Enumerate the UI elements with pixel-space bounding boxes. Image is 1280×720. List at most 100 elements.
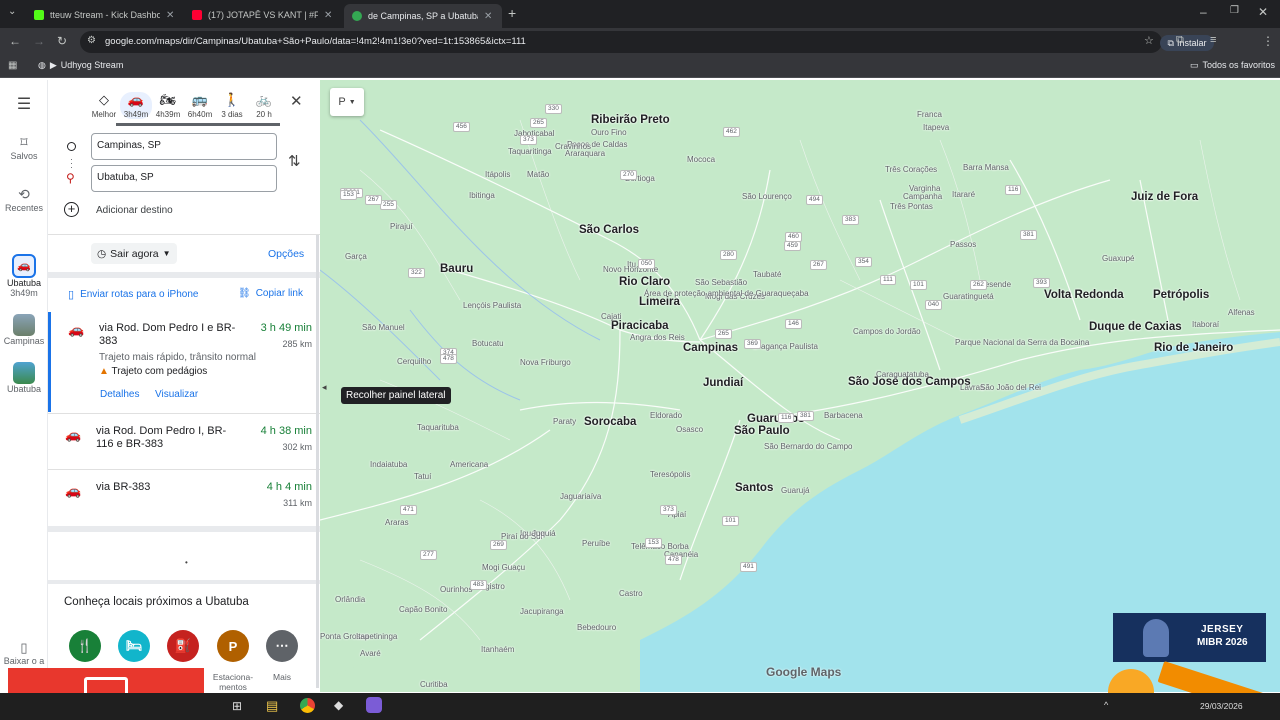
town-label[interactable]: São Sebastião bbox=[695, 278, 747, 287]
rail-saved[interactable]: ⌑ Salvos bbox=[0, 134, 48, 161]
city-label[interactable]: Rio Claro bbox=[619, 276, 670, 288]
city-label[interactable]: Piracicaba bbox=[611, 320, 669, 332]
town-label[interactable]: Eldorado bbox=[650, 411, 682, 420]
back-icon[interactable]: ← bbox=[9, 34, 21, 48]
town-label[interactable]: Botucatu bbox=[472, 339, 504, 348]
rail-ubatuba[interactable]: Ubatuba bbox=[0, 362, 48, 394]
town-label[interactable]: Garça bbox=[345, 252, 367, 261]
maximize-icon[interactable]: ❐ bbox=[1230, 5, 1239, 16]
apps-grid-icon[interactable]: ▦ bbox=[8, 60, 17, 71]
town-label[interactable]: Araras bbox=[385, 518, 409, 527]
town-label[interactable]: Guaratinguetá bbox=[943, 292, 994, 301]
city-label[interactable]: São Paulo bbox=[734, 425, 790, 437]
town-label[interactable]: Franca bbox=[917, 110, 942, 119]
town-label[interactable]: Castro bbox=[619, 589, 643, 598]
swap-icon[interactable]: ⇅ bbox=[288, 152, 301, 170]
town-label[interactable]: Campanha bbox=[903, 192, 942, 201]
forward-icon[interactable]: → bbox=[33, 34, 45, 48]
travel-mode-car[interactable]: 🚗 3h49m bbox=[120, 92, 152, 119]
nearby-category-button[interactable]: ⛽ bbox=[167, 630, 199, 662]
add-destination-icon[interactable]: + bbox=[64, 202, 79, 217]
travel-mode-transit[interactable]: 🚌 6h40m bbox=[184, 92, 216, 119]
town-label[interactable]: Bebedouro bbox=[577, 623, 616, 632]
town-label[interactable]: Ibitinga bbox=[469, 191, 495, 200]
city-label[interactable]: Juiz de Fora bbox=[1131, 191, 1198, 203]
town-label[interactable]: São João del Rei bbox=[980, 383, 1041, 392]
town-label[interactable]: Nova Friburgo bbox=[520, 358, 571, 367]
bookmark-star-icon[interactable]: ☆ bbox=[1144, 34, 1154, 47]
town-label[interactable]: Lençóis Paulista bbox=[463, 301, 521, 310]
rail-download-app[interactable]: ▯ Baixar o a bbox=[0, 640, 48, 666]
town-label[interactable]: Americana bbox=[450, 460, 488, 469]
town-label[interactable]: Itapetininga bbox=[356, 632, 397, 641]
town-label[interactable]: Cravinhos bbox=[555, 142, 591, 151]
city-label[interactable]: Duque de Caxias bbox=[1089, 321, 1182, 333]
travel-mode-walk[interactable]: 🚶 3 dias bbox=[216, 92, 248, 119]
town-label[interactable]: Itanhaém bbox=[481, 645, 514, 654]
obsidian-icon[interactable]: ◆ bbox=[334, 698, 343, 712]
town-label[interactable]: São Bernardo do Campo bbox=[764, 442, 853, 451]
city-label[interactable]: Sorocaba bbox=[584, 416, 636, 428]
site-info-icon[interactable]: ⚙ bbox=[87, 35, 96, 46]
minimize-icon[interactable]: – bbox=[1200, 5, 1207, 19]
destination-input[interactable]: Ubatuba, SP bbox=[91, 165, 277, 192]
menu-hamburger-icon[interactable]: ☰ bbox=[0, 94, 48, 114]
town-label[interactable]: Itaboraí bbox=[1192, 320, 1219, 329]
travel-mode-best-route[interactable]: ◇ Melhor bbox=[88, 92, 120, 119]
town-label[interactable]: Curitiba bbox=[420, 680, 448, 689]
town-label[interactable]: São Lourenço bbox=[742, 192, 792, 201]
town-label[interactable]: Guaxupé bbox=[1102, 254, 1134, 263]
city-label[interactable]: Ribeirão Preto bbox=[591, 114, 670, 126]
town-label[interactable]: Área de proteção ambiental de Guaraqueça… bbox=[644, 289, 809, 298]
town-label[interactable]: Jaguariaíva bbox=[560, 492, 601, 501]
route-option-2[interactable]: 🚗 via Rod. Dom Pedro I, BR-116 e BR-383 … bbox=[48, 420, 320, 470]
town-label[interactable]: Taubaté bbox=[753, 270, 781, 279]
town-label[interactable]: Bragança Paulista bbox=[753, 342, 818, 351]
nearby-category-button[interactable]: P bbox=[217, 630, 249, 662]
tab-close-icon[interactable]: ✕ bbox=[484, 11, 492, 22]
route-option-3[interactable]: 🚗 via BR-383 4 h 4 min 311 km bbox=[48, 476, 320, 520]
town-label[interactable]: Capão Bonito bbox=[399, 605, 447, 614]
town-label[interactable]: Barra Mansa bbox=[963, 163, 1009, 172]
copy-link-button[interactable]: ⛓ Copiar link bbox=[238, 288, 303, 299]
details-link[interactable]: Detalhes bbox=[100, 389, 139, 400]
town-label[interactable]: Parque Nacional da Serra da Bocaina bbox=[955, 338, 1089, 347]
town-label[interactable]: Cajati bbox=[601, 312, 621, 321]
town-label[interactable]: Mococa bbox=[687, 155, 715, 164]
town-label[interactable]: Avaré bbox=[360, 649, 381, 658]
town-label[interactable]: Taquarituba bbox=[417, 423, 459, 432]
add-destination-label[interactable]: Adicionar destino bbox=[96, 205, 173, 216]
town-label[interactable]: Três Corações bbox=[885, 165, 937, 174]
town-label[interactable]: Angra dos Reis bbox=[630, 333, 685, 342]
town-label[interactable]: São Manuel bbox=[362, 323, 405, 332]
town-label[interactable]: Matão bbox=[527, 170, 549, 179]
rail-campinas[interactable]: Campinas bbox=[0, 314, 48, 346]
reload-icon[interactable]: ↻ bbox=[57, 34, 67, 48]
town-label[interactable]: Tatuí bbox=[414, 472, 431, 481]
obs-icon[interactable] bbox=[366, 697, 382, 713]
town-label[interactable]: Alfenas bbox=[1228, 308, 1255, 317]
town-label[interactable]: Osasco bbox=[676, 425, 703, 434]
reading-list-icon[interactable]: ≡ bbox=[1210, 34, 1216, 46]
all-favorites-folder[interactable]: ▭ Todos os favoritos bbox=[1190, 60, 1275, 71]
url-text[interactable]: google.com/maps/dir/Campinas/Ubatuba+São… bbox=[105, 36, 526, 47]
town-label[interactable]: Ourinhos bbox=[440, 585, 472, 594]
town-label[interactable]: Juquiá bbox=[532, 529, 556, 538]
nearby-category-button[interactable]: 🛏 bbox=[118, 630, 150, 662]
tab-search-icon[interactable]: ⌄ bbox=[8, 6, 16, 17]
town-label[interactable]: Indaiatuba bbox=[370, 460, 407, 469]
city-label[interactable]: Campinas bbox=[683, 342, 738, 354]
depart-time-button[interactable]: ◷ Sair agora ▼ bbox=[91, 243, 177, 264]
town-label[interactable]: Itápolis bbox=[485, 170, 510, 179]
city-label[interactable]: Rio de Janeiro bbox=[1154, 342, 1233, 354]
town-label[interactable]: Passos bbox=[950, 240, 976, 249]
town-label[interactable]: Orlândia bbox=[335, 595, 365, 604]
file-explorer-icon[interactable]: ▤ bbox=[266, 698, 278, 714]
city-label[interactable]: São Carlos bbox=[579, 224, 639, 236]
nearby-category-button[interactable]: ⋯ bbox=[266, 630, 298, 662]
town-label[interactable]: Campos do Jordão bbox=[853, 327, 921, 336]
map-canvas[interactable]: Campinas São Paulo Guarulhos Rio de Janeiro… bbox=[320, 80, 1280, 692]
window-close-icon[interactable]: ✕ bbox=[1258, 5, 1268, 19]
town-label[interactable]: Paraty bbox=[553, 417, 576, 426]
town-label[interactable]: Barbacena bbox=[824, 411, 863, 420]
